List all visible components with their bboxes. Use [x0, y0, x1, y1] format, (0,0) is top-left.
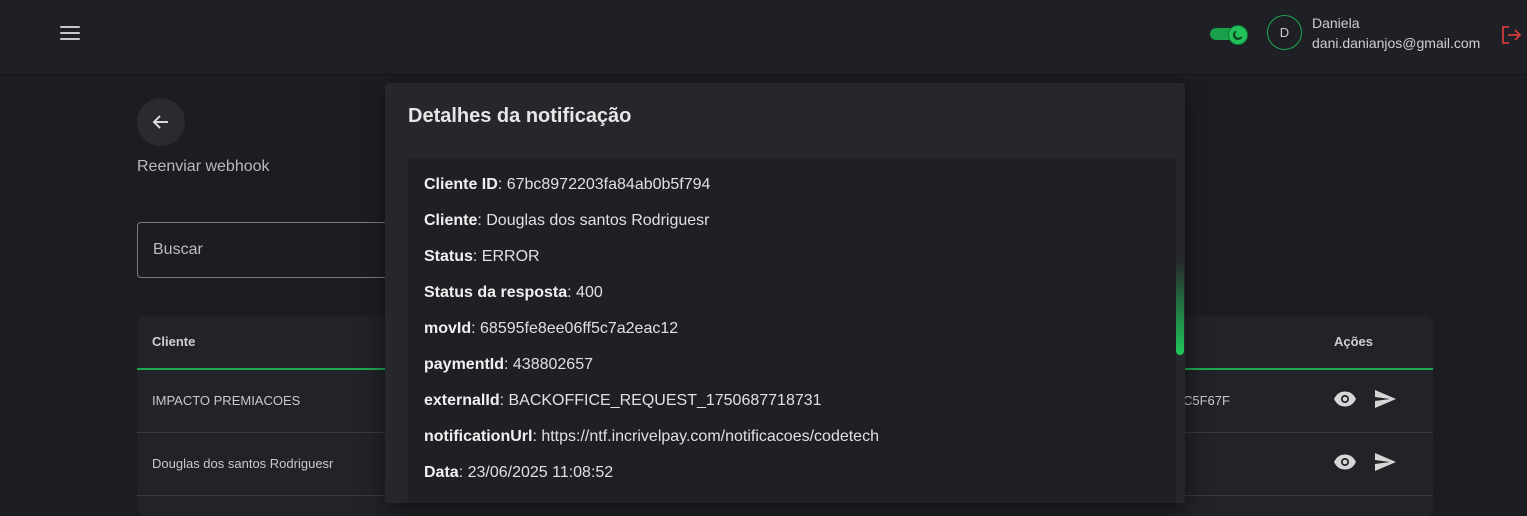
cell-id: C5F67F: [1183, 393, 1230, 408]
detail-value: 438802657: [512, 356, 593, 373]
header-cliente: Cliente: [152, 334, 196, 349]
detail-status: Status: ERROR: [424, 248, 540, 265]
user-name: Daniela: [1312, 15, 1360, 31]
notification-details-modal: Detalhes da notificação Cliente ID: 67bc…: [385, 83, 1185, 503]
detail-status-resposta: Status da resposta: 400: [424, 284, 603, 301]
detail-value: 400: [576, 284, 603, 301]
detail-payment-id: paymentId: 438802657: [424, 356, 593, 373]
view-icon[interactable]: [1333, 450, 1357, 474]
detail-value: Douglas dos santos Rodriguesr: [486, 212, 710, 229]
cell-cliente: Douglas dos santos Rodriguesr: [152, 456, 334, 471]
detail-label: movId: [424, 320, 472, 337]
detail-value: 23/06/2025 11:08:52: [467, 464, 614, 481]
detail-label: paymentId: [424, 356, 505, 373]
detail-value: 67bc8972203fa84ab0b5f794: [506, 176, 711, 193]
detail-mov-id: movId: 68595fe8ee06ff5c7a2eac12: [424, 320, 679, 337]
header-acoes: Ações: [1334, 334, 1374, 349]
detail-label: Data: [424, 464, 459, 481]
view-icon[interactable]: [1333, 387, 1357, 411]
page-title: Reenviar webhook: [137, 158, 270, 175]
menu-icon[interactable]: [60, 26, 80, 42]
logout-icon[interactable]: [1500, 24, 1522, 46]
avatar[interactable]: D: [1267, 15, 1302, 50]
detail-label: Status da resposta: [424, 284, 568, 301]
send-icon[interactable]: [1373, 450, 1397, 474]
detail-notification-url: notificationUrl: https://ntf.incrivelpay…: [424, 428, 879, 445]
detail-external-id: externalId: BACKOFFICE_REQUEST_175068771…: [424, 392, 822, 409]
detail-value: BACKOFFICE_REQUEST_1750687718731: [508, 392, 822, 409]
modal-title: Detalhes da notificação: [408, 105, 632, 127]
detail-value: ERROR: [481, 248, 540, 265]
detail-label: Status: [424, 248, 473, 265]
detail-value: 68595fe8ee06ff5c7a2eac12: [480, 320, 679, 337]
send-icon[interactable]: [1373, 387, 1397, 411]
user-email: dani.danianjos@gmail.com: [1312, 35, 1481, 51]
modal-body: Cliente ID: 67bc8972203fa84ab0b5f794 Cli…: [408, 158, 1176, 503]
modal-scrollbar[interactable]: [1176, 158, 1184, 503]
detail-label: Cliente ID: [424, 176, 498, 193]
detail-cliente: Cliente: Douglas dos santos Rodriguesr: [424, 212, 710, 229]
cell-cliente: IMPACTO PREMIACOES: [152, 393, 301, 408]
detail-data: Data: 23/06/2025 11:08:52: [424, 464, 614, 481]
arrow-left-icon: [152, 115, 168, 129]
detail-label: Cliente: [424, 212, 478, 229]
detail-label: notificationUrl: [424, 428, 533, 445]
detail-value: https://ntf.incrivelpay.com/notificacoes…: [541, 428, 879, 445]
back-button[interactable]: [137, 98, 185, 146]
detail-label: externalId: [424, 392, 500, 409]
theme-toggle[interactable]: [1210, 25, 1248, 45]
moon-icon: [1228, 25, 1248, 45]
top-bar: D Daniela dani.danianjos@gmail.com: [0, 0, 1527, 75]
scroll-thumb[interactable]: [1176, 261, 1184, 355]
detail-cliente-id: Cliente ID: 67bc8972203fa84ab0b5f794: [424, 176, 711, 193]
